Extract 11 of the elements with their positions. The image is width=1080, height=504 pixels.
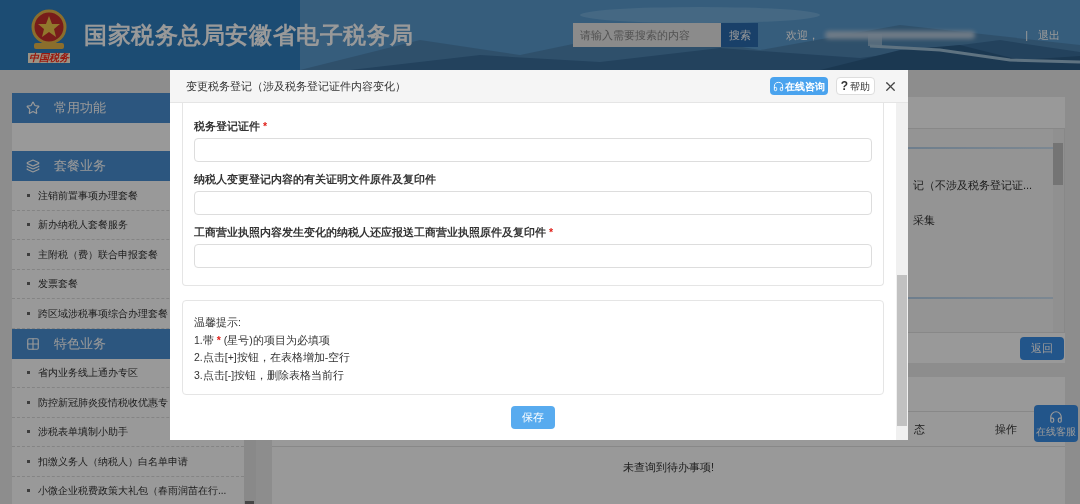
site-title: 国家税务总局安徽省电子税务局 <box>84 20 415 50</box>
notice-text: 记（不涉及税务登记证... <box>913 178 1033 193</box>
logo-caption: 中国税务 <box>28 53 70 63</box>
notice-text: 采集 <box>913 212 935 228</box>
tips-title: 温馨提示: <box>194 315 242 330</box>
separator: | <box>1025 27 1028 43</box>
column-header: 操作 <box>995 421 1017 437</box>
column-header: 态 <box>914 421 925 437</box>
welcome-text: 欢迎， <box>786 27 820 43</box>
dialog-title: 变更税务登记（涉及税务登记证件内容变化） <box>186 78 406 94</box>
empty-message: 未查询到待办事项! <box>622 460 715 475</box>
